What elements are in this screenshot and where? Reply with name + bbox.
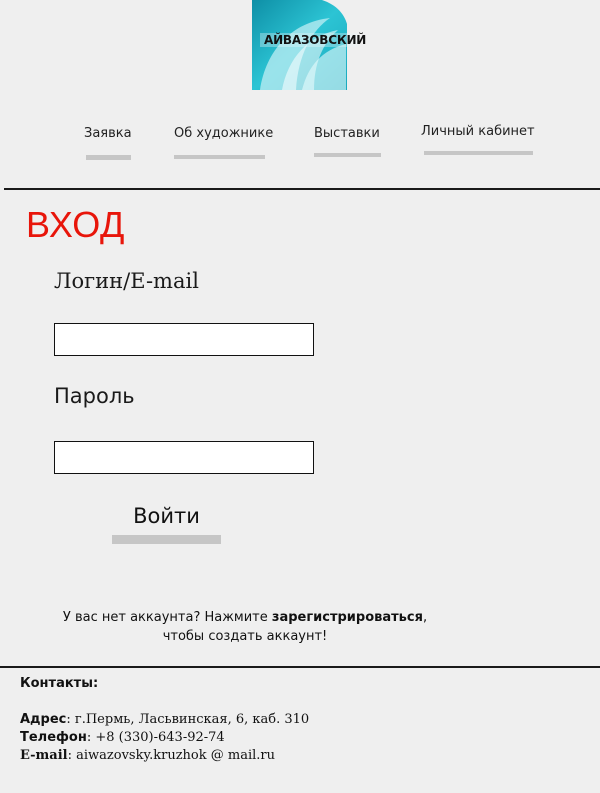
nav-underline bbox=[314, 153, 381, 157]
phone-value: : +8 (330)-643-92-74 bbox=[86, 730, 225, 745]
contact-phone: Телефон: +8 (330)-643-92-74 bbox=[20, 729, 309, 747]
register-prompt: У вас нет аккаунта? Нажмите зарегистриро… bbox=[0, 608, 490, 646]
password-input[interactable] bbox=[54, 441, 314, 474]
nav-item-about-artist[interactable]: Об художнике bbox=[174, 126, 273, 141]
login-button-underline bbox=[112, 535, 221, 544]
register-line2: чтобы создать аккаунт! bbox=[162, 629, 328, 644]
address-label: Адрес bbox=[20, 712, 67, 727]
logo-text: АЙВАЗОВСКИЙ bbox=[264, 33, 367, 47]
header-divider bbox=[4, 188, 600, 190]
contacts-heading: Контакты: bbox=[20, 676, 99, 691]
footer-divider bbox=[0, 666, 600, 668]
password-field-label: Пароль bbox=[54, 384, 135, 408]
address-value: : г.Пермь, Ласьвинская, 6, каб. 310 bbox=[66, 712, 310, 727]
login-field-label: Логин/E-mail bbox=[54, 269, 199, 293]
site-logo[interactable]: АЙВАЗОВСКИЙ bbox=[252, 0, 366, 90]
contacts-block: Контакты: Адрес: г.Пермь, Ласьвинская, 6… bbox=[20, 675, 309, 765]
phone-label: Телефон bbox=[20, 730, 87, 745]
login-input[interactable] bbox=[54, 323, 314, 356]
login-button-label: Войти bbox=[133, 504, 200, 528]
email-label: E-mail bbox=[20, 748, 68, 763]
nav-item-application[interactable]: Заявка bbox=[84, 126, 132, 141]
contact-email: E-mail: aiwazovsky.kruzhok @ mail.ru bbox=[20, 747, 309, 765]
page-title: ВХОД bbox=[26, 204, 125, 245]
nav-item-personal-account[interactable]: Личный кабинет bbox=[421, 124, 535, 139]
login-button[interactable]: Войти bbox=[112, 500, 221, 544]
nav-item-exhibitions[interactable]: Выставки bbox=[314, 126, 380, 141]
nav-underline bbox=[424, 151, 533, 155]
nav-underline bbox=[174, 155, 265, 159]
register-prefix: У вас нет аккаунта? Нажмите bbox=[62, 610, 272, 625]
nav-underline bbox=[86, 155, 131, 160]
register-suffix: , bbox=[422, 610, 428, 625]
contact-address: Адрес: г.Пермь, Ласьвинская, 6, каб. 310 bbox=[20, 711, 309, 729]
email-value[interactable]: : aiwazovsky.kruzhok @ mail.ru bbox=[68, 748, 275, 763]
register-link[interactable]: зарегистрироваться bbox=[272, 610, 423, 625]
